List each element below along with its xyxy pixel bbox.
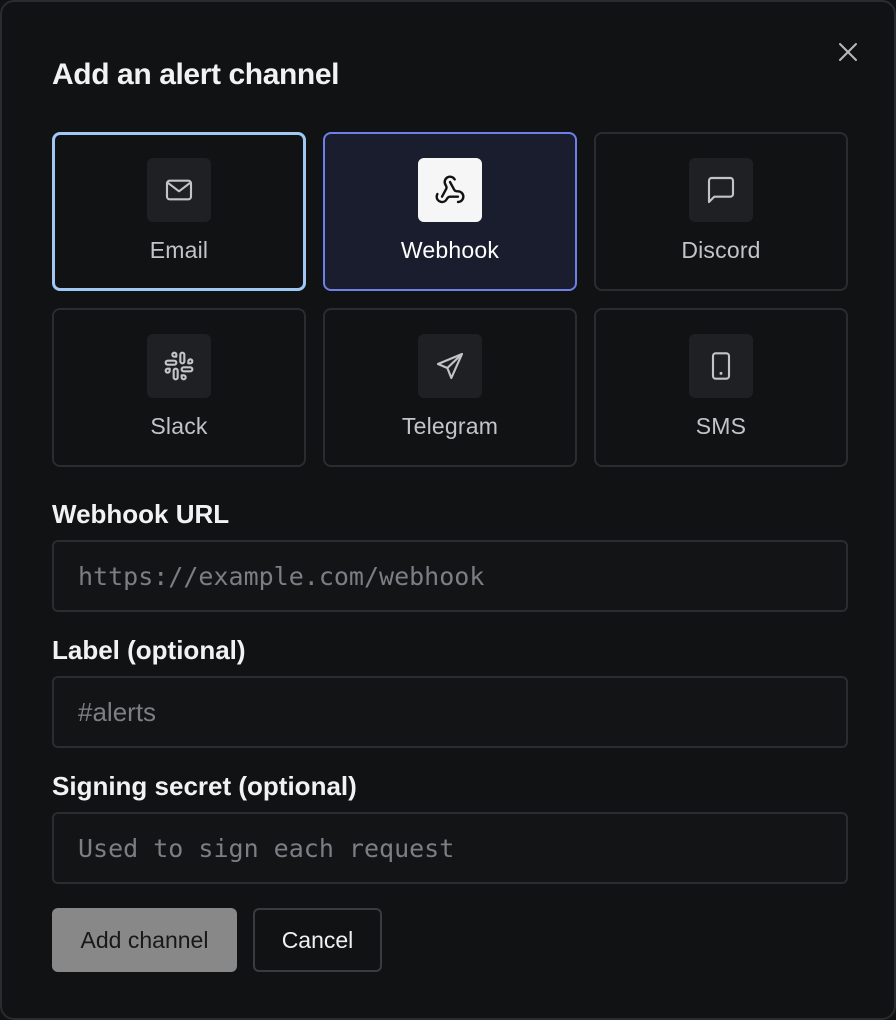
mail-icon [165, 179, 193, 201]
add-channel-button[interactable]: Add channel [52, 908, 237, 972]
channel-option-label: Email [149, 237, 209, 263]
close-icon [839, 43, 857, 61]
channel-option-label: Slack [150, 413, 208, 439]
webhook-url-label: Webhook URL [52, 499, 230, 529]
channel-option-slack[interactable]: Slack [52, 308, 306, 467]
channel-option-discord[interactable]: Discord [594, 132, 848, 291]
signing-secret-label: Signing secret (optional) [52, 771, 357, 801]
channel-option-webhook[interactable]: Webhook [323, 132, 577, 291]
webhook-icon [435, 175, 465, 204]
webhook-url-input[interactable] [52, 540, 848, 612]
channel-option-sms[interactable]: SMS [594, 308, 848, 467]
channel-icon-box [689, 334, 753, 398]
channel-option-label: SMS [695, 413, 747, 439]
channel-type-grid: Email Webhook Discord Slack Telegram SMS [52, 132, 848, 467]
channel-icon-box [689, 158, 753, 222]
channel-option-label: Webhook [400, 237, 500, 263]
slack-icon [164, 351, 194, 381]
message-square-icon [707, 176, 735, 204]
channel-icon-box [147, 334, 211, 398]
channel-option-label: Telegram [401, 413, 499, 439]
channel-icon-box [147, 158, 211, 222]
channel-option-telegram[interactable]: Telegram [323, 308, 577, 467]
channel-icon-box [418, 334, 482, 398]
channel-option-email[interactable]: Email [52, 132, 306, 291]
dialog-title: Add an alert channel [52, 58, 340, 91]
channel-label-input[interactable] [52, 676, 848, 748]
channel-label-label: Label (optional) [52, 635, 246, 665]
smartphone-icon [711, 352, 731, 380]
send-icon [436, 352, 464, 380]
signing-secret-input[interactable] [52, 812, 848, 884]
channel-icon-box [418, 158, 482, 222]
cancel-button[interactable]: Cancel [253, 908, 382, 972]
channel-option-label: Discord [681, 237, 761, 263]
add-alert-channel-dialog: Add an alert channel Email Webhook Disco… [0, 0, 896, 1020]
close-button[interactable] [834, 38, 862, 66]
